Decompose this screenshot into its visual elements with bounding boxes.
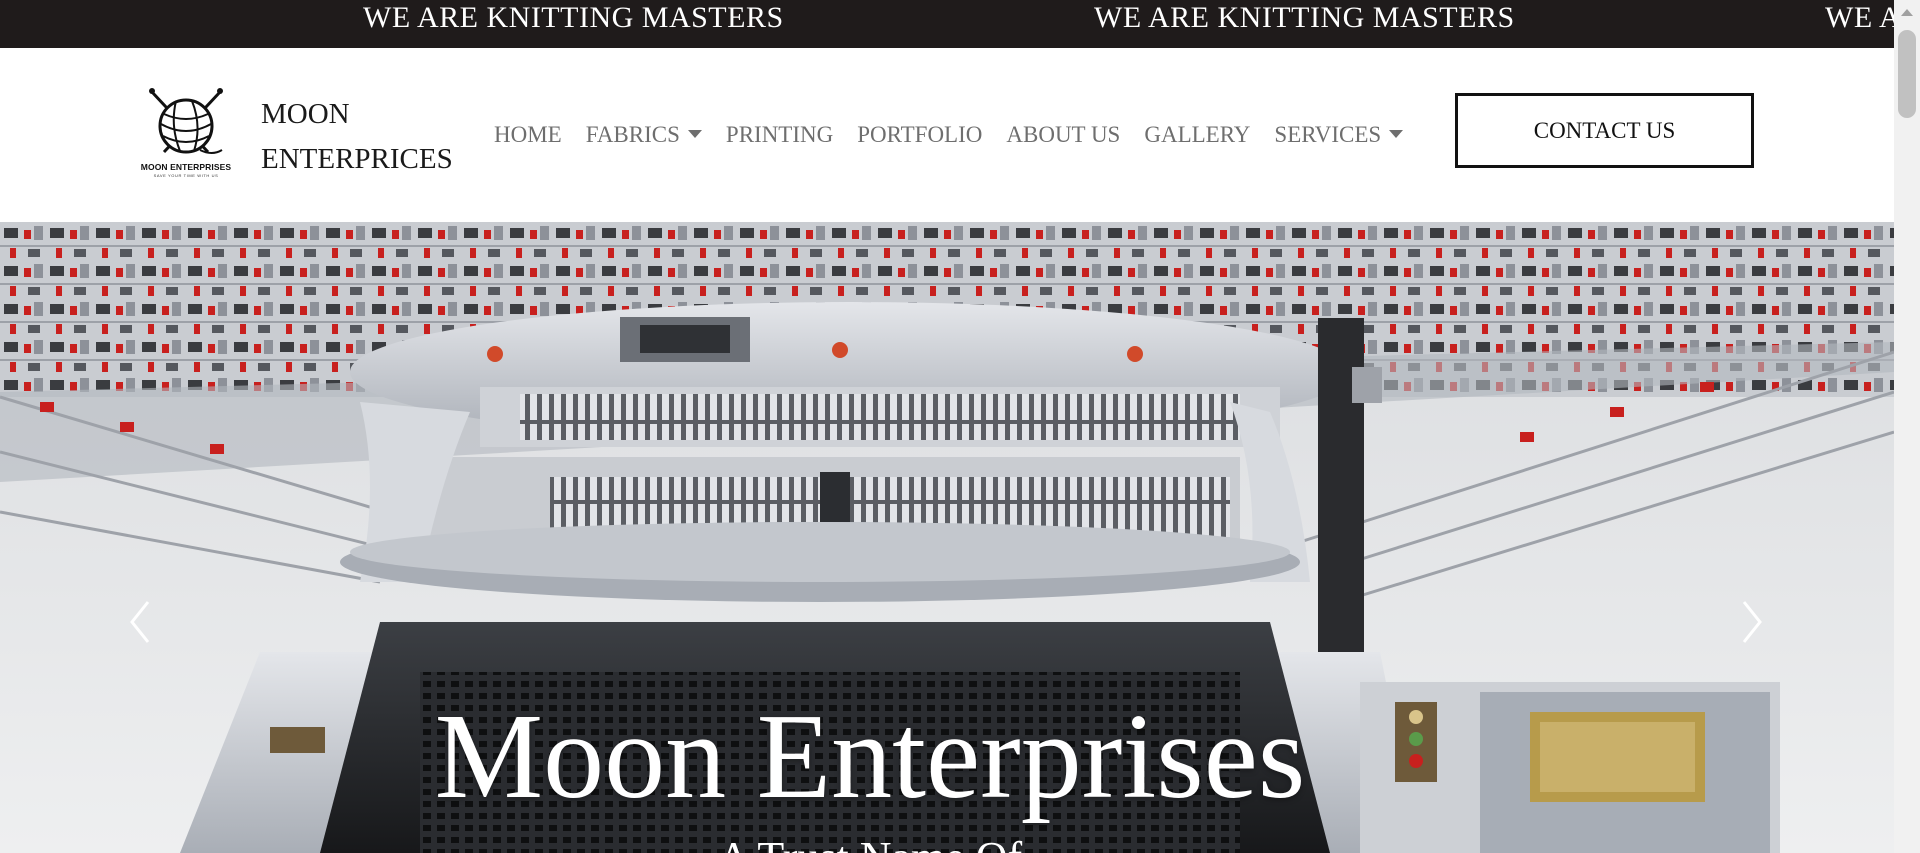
nav-printing[interactable]: PRINTING [726, 118, 833, 152]
announcement-marquee: WE ARE KNITTING MASTERS WE ARE KNITTING … [0, 0, 1920, 48]
caret-down-icon [687, 130, 702, 138]
hero-carousel: Moon Enterprises A Trust Name Of [0, 222, 1894, 853]
chevron-right-icon[interactable] [1732, 592, 1772, 652]
site-header: MOON ENTERPRISES SAVE YOUR TIME WITH US … [0, 48, 1894, 222]
brand-line: ENTERPRICES [261, 143, 453, 175]
brand-line: MOON [261, 98, 350, 130]
nav-portfolio[interactable]: PORTFOLIO [857, 118, 982, 152]
brand-name[interactable]: MOON ENTERPRICES [261, 92, 471, 182]
main-nav: HOME FABRICS PRINTING PORTFOLIO ABOUT US… [494, 118, 1427, 152]
logo-tagline: SAVE YOUR TIME WITH US [153, 173, 219, 178]
marquee-text: WE ARE KNITTING MASTERS [1094, 1, 1515, 34]
hero-title: Moon Enterprises [434, 689, 1306, 824]
site-logo[interactable]: MOON ENTERPRISES SAVE YOUR TIME WITH US [130, 84, 242, 184]
page-scrollbar[interactable] [1894, 0, 1920, 853]
nav-label: HOME [494, 122, 562, 147]
yarn-ball-logo-icon [149, 88, 223, 154]
nav-home[interactable]: HOME [494, 118, 562, 152]
chevron-left-icon[interactable] [120, 592, 160, 652]
marquee-text: WE ARE KNITTING MASTERS [363, 1, 784, 34]
scroll-up-icon[interactable] [1901, 9, 1913, 16]
nav-label: PORTFOLIO [857, 122, 983, 147]
caret-down-icon [1389, 130, 1404, 138]
nav-label: PRINTING [725, 122, 834, 147]
scroll-thumb[interactable] [1898, 30, 1916, 118]
nav-gallery[interactable]: GALLERY [1144, 118, 1250, 152]
nav-about[interactable]: ABOUT US [1006, 118, 1120, 152]
contact-us-button[interactable]: CONTACT US [1455, 93, 1754, 168]
nav-label: FABRICS [585, 122, 680, 147]
marquee-text: WE A [1825, 1, 1902, 34]
nav-fabrics[interactable]: FABRICS [586, 118, 702, 152]
logo-caption: MOON ENTERPRISES [140, 162, 232, 172]
nav-services[interactable]: SERVICES [1274, 118, 1404, 152]
hero-subtitle: A Trust Name Of [0, 828, 1740, 853]
nav-label: GALLERY [1144, 122, 1251, 147]
nav-label: SERVICES [1274, 122, 1382, 147]
nav-label: ABOUT US [1006, 122, 1121, 147]
